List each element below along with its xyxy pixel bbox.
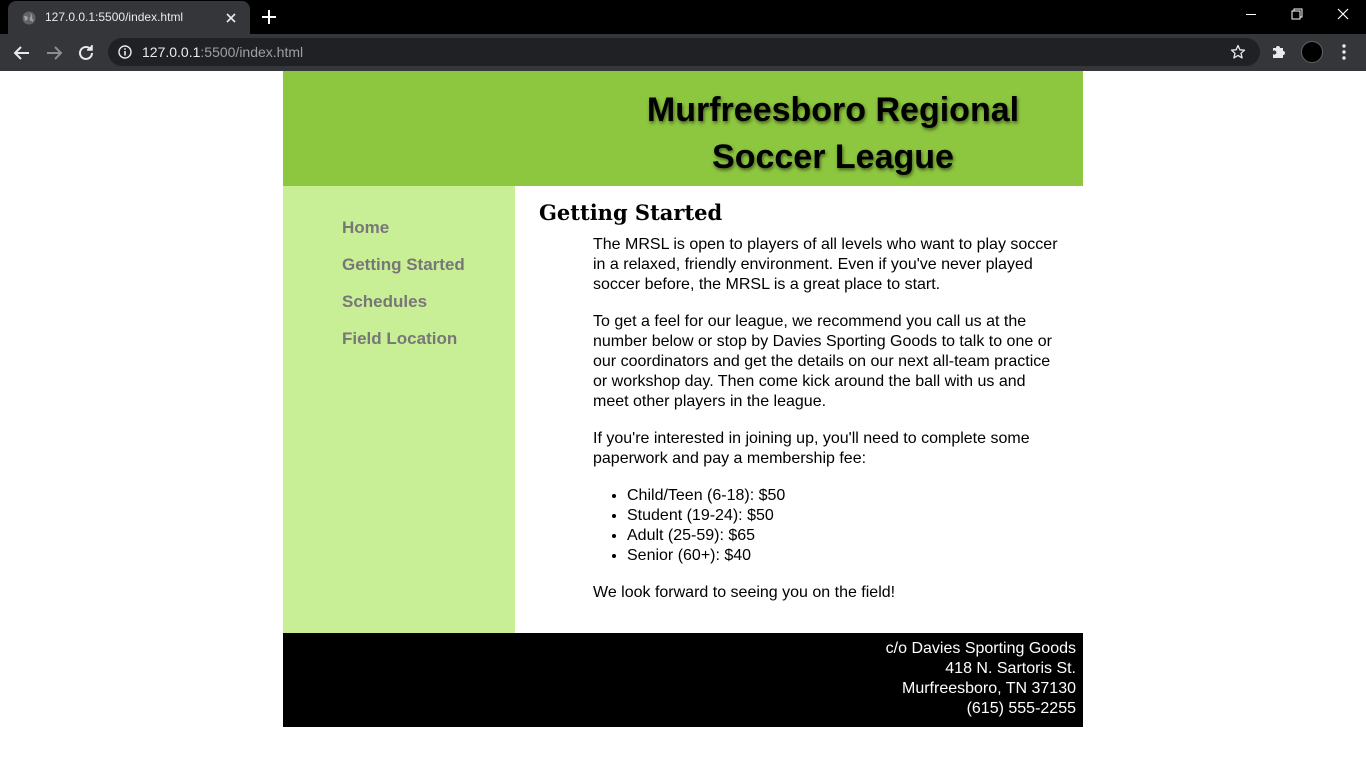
nav-link-schedules[interactable]: Schedules: [342, 292, 427, 311]
tab-title: 127.0.0.1:5500/index.html: [45, 10, 184, 24]
forward-arrow-icon[interactable]: [42, 41, 66, 65]
reload-icon[interactable]: [74, 41, 98, 65]
fee-item: Child/Teen (6-18): $50: [627, 486, 1063, 506]
globe-icon: [22, 11, 36, 25]
footer-phone: (615) 555-2255: [966, 700, 1076, 717]
browser-titlebar: 127.0.0.1:5500/index.html: [0, 0, 1366, 34]
content-row: Home Getting Started Schedules Field Loc…: [283, 186, 1083, 633]
fee-list: Child/Teen (6-18): $50 Student (19-24): …: [627, 486, 1063, 566]
site-footer: c/o Davies Sporting Goods 418 N. Sartori…: [283, 633, 1083, 727]
footer-company: c/o Davies Sporting Goods: [885, 640, 1076, 657]
nav-link-field-location[interactable]: Field Location: [342, 329, 457, 348]
nav-item-home: Home: [342, 218, 465, 255]
footer-city: Murfreesboro, TN 37130: [901, 680, 1076, 697]
kebab-menu-icon[interactable]: [1334, 42, 1354, 62]
url-host: 127.0.0.1: [142, 44, 201, 60]
window-close-icon[interactable]: [1320, 0, 1366, 30]
contact-paragraph: To get a feel for our league, we recomme…: [593, 313, 1052, 410]
nav-item-schedules: Schedules: [342, 292, 465, 329]
nav-link-getting-started[interactable]: Getting Started: [342, 255, 465, 274]
closing-paragraph: We look forward to seeing you on the fie…: [593, 584, 896, 601]
nav-list: Home Getting Started Schedules Field Loc…: [342, 218, 465, 366]
membership-paragraph: If you're interested in joining up, you'…: [593, 430, 1030, 467]
bookmark-star-icon[interactable]: [1230, 44, 1246, 60]
page-container: Murfreesboro Regional Soccer League Home…: [283, 71, 1083, 727]
new-tab-icon[interactable]: [259, 7, 279, 27]
intro-paragraph: The MRSL is open to players of all level…: [593, 236, 1058, 293]
browser-tab[interactable]: 127.0.0.1:5500/index.html: [8, 1, 250, 34]
profile-avatar[interactable]: [1301, 41, 1323, 63]
url-path: :5500/index.html: [200, 44, 304, 60]
fee-item: Adult (25-59): $65: [627, 526, 1063, 546]
nav-item-getting-started: Getting Started: [342, 255, 465, 292]
nav-link-home[interactable]: Home: [342, 218, 389, 237]
nav-item-field-location: Field Location: [342, 329, 465, 366]
minimize-icon[interactable]: [1228, 0, 1274, 30]
article-body: The MRSL is open to players of all level…: [593, 235, 1063, 620]
site-header: Murfreesboro Regional Soccer League: [283, 71, 1083, 186]
main-content: Getting Started The MRSL is open to play…: [515, 186, 1083, 633]
info-icon[interactable]: [118, 45, 132, 59]
extensions-puzzle-icon[interactable]: [1270, 43, 1288, 61]
url-text[interactable]: 127.0.0.1:5500/index.html: [142, 44, 303, 60]
browser-toolbar: 127.0.0.1:5500/index.html: [0, 34, 1366, 71]
page-heading: Getting Started: [539, 200, 723, 225]
footer-street: 418 N. Sartoris St.: [945, 660, 1076, 677]
close-tab-icon[interactable]: [222, 9, 240, 27]
sidebar-nav: Home Getting Started Schedules Field Loc…: [283, 186, 515, 633]
address-bar[interactable]: 127.0.0.1:5500/index.html: [108, 38, 1260, 66]
site-title: Murfreesboro Regional Soccer League: [646, 91, 1020, 176]
fee-item: Student (19-24): $50: [627, 506, 1063, 526]
back-arrow-icon[interactable]: [10, 41, 34, 65]
restore-icon[interactable]: [1274, 0, 1320, 30]
fee-item: Senior (60+): $40: [627, 546, 1063, 566]
